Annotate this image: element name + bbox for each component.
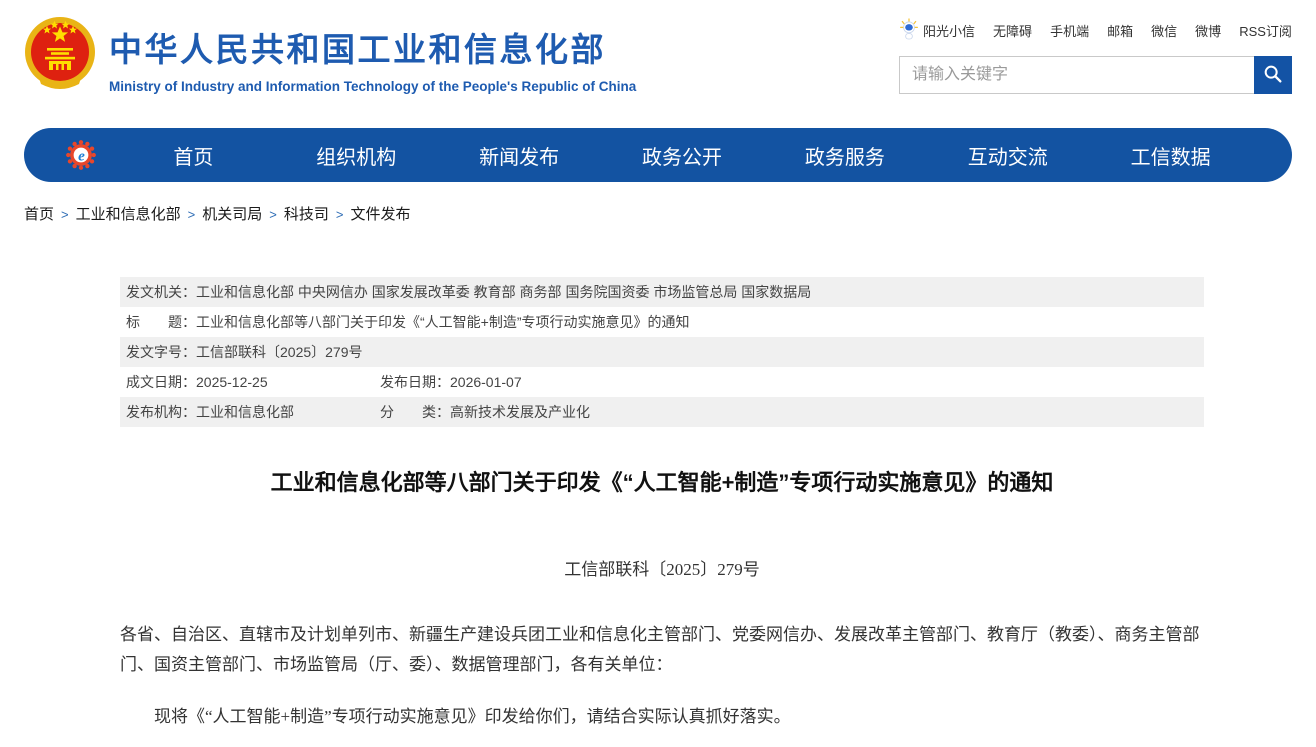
breadcrumb: 首页 > 工业和信息化部 > 机关司局 > 科技司 > 文件发布 xyxy=(24,203,1292,221)
meta-row-dates: 成文日期：2025-12-25 发布日期：2026-01-07 xyxy=(120,367,1204,397)
brand-text: 中华人民共和国工业和信息化部 Ministry of Industry and … xyxy=(109,15,636,94)
site-subtitle: Ministry of Industry and Information Tec… xyxy=(109,79,636,94)
publish-org-label: 发布机构： xyxy=(126,404,196,420)
top-links: 阳光小信 无障碍 手机端 邮箱 微信 微博 RSS订阅 xyxy=(899,17,1292,43)
document-meta-table: 发文机关：工业和信息化部 中央网信办 国家发展改革委 教育部 商务部 国务院国资… xyxy=(120,277,1204,427)
doc-no-label: 发文字号： xyxy=(126,337,196,367)
nav-item-news[interactable]: 新闻发布 xyxy=(438,141,601,170)
breadcrumb-item-departments[interactable]: 机关司局 xyxy=(202,206,262,223)
main-nav: e 首页 组织机构 新闻发布 政务公开 政务服务 互动交流 工信数据 xyxy=(24,128,1292,182)
search-button[interactable] xyxy=(1254,56,1292,94)
top-link-sunshine-label[interactable]: 阳光小信 xyxy=(923,21,975,40)
meta-row-org-category: 发布机构：工业和信息化部 分 类：高新技术发展及产业化 xyxy=(120,397,1204,427)
article-title: 工业和信息化部等八部门关于印发《“人工智能+制造”专项行动实施意见》的通知 xyxy=(120,465,1204,497)
top-link-accessibility[interactable]: 无障碍 xyxy=(993,21,1032,40)
article-doc-number: 工信部联科〔2025〕279号 xyxy=(120,555,1204,580)
article-body: 各省、自治区、直辖市及计划单列市、新疆生产建设兵团工业和信息化主管部门、党委网信… xyxy=(120,620,1204,732)
site-brand: 中华人民共和国工业和信息化部 Ministry of Industry and … xyxy=(24,15,636,116)
miit-gear-logo-icon: e xyxy=(64,138,98,172)
breadcrumb-item-document-release[interactable]: 文件发布 xyxy=(350,206,410,223)
meta-row-title: 标 题：工业和信息化部等八部门关于印发《“人工智能+制造”专项行动实施意见》的通… xyxy=(120,307,1204,337)
publish-org-value: 工业和信息化部 xyxy=(196,404,294,420)
top-link-mail[interactable]: 邮箱 xyxy=(1107,21,1133,40)
issuing-org-value: 工业和信息化部 中央网信办 国家发展改革委 教育部 商务部 国务院国资委 市场监… xyxy=(196,277,811,307)
top-link-mobile[interactable]: 手机端 xyxy=(1050,21,1089,40)
meta-title-label: 标 题： xyxy=(126,307,196,337)
category-cell: 分 类：高新技术发展及产业化 xyxy=(380,397,590,427)
meta-title-value: 工业和信息化部等八部门关于印发《“人工智能+制造”专项行动实施意见》的通知 xyxy=(196,307,690,337)
nav-item-gov-disclosure[interactable]: 政务公开 xyxy=(601,141,764,170)
search-box xyxy=(899,56,1292,94)
category-value: 高新技术发展及产业化 xyxy=(450,404,590,420)
svg-text:e: e xyxy=(78,149,85,165)
meta-row-issuing-org: 发文机关：工业和信息化部 中央网信办 国家发展改革委 教育部 商务部 国务院国资… xyxy=(120,277,1204,307)
publish-date-cell: 发布日期：2026-01-07 xyxy=(380,367,522,397)
search-icon xyxy=(1262,63,1284,88)
breadcrumb-item-science-tech-dept[interactable]: 科技司 xyxy=(284,206,329,223)
issuing-org-label: 发文机关： xyxy=(126,277,196,307)
document-content: 发文机关：工业和信息化部 中央网信办 国家发展改革委 教育部 商务部 国务院国资… xyxy=(120,277,1204,732)
site-header: 中华人民共和国工业和信息化部 Ministry of Industry and … xyxy=(0,0,1316,116)
breadcrumb-separator: > xyxy=(61,207,69,222)
national-emblem-icon xyxy=(24,15,96,99)
nav-item-interaction[interactable]: 互动交流 xyxy=(926,141,1089,170)
search-input[interactable] xyxy=(899,56,1254,94)
breadcrumb-separator: > xyxy=(269,207,277,222)
article-paragraph: 各省、自治区、直辖市及计划单列市、新疆生产建设兵团工业和信息化主管部门、党委网信… xyxy=(120,620,1204,680)
top-link-rss[interactable]: RSS订阅 xyxy=(1239,21,1292,40)
breadcrumb-item-miit[interactable]: 工业和信息化部 xyxy=(76,206,181,223)
publish-org-cell: 发布机构：工业和信息化部 xyxy=(126,397,380,427)
sunshine-mascot-icon xyxy=(899,18,919,43)
site-title: 中华人民共和国工业和信息化部 xyxy=(109,23,636,71)
publish-date-value: 2026-01-07 xyxy=(450,374,522,390)
doc-no-value: 工信部联科〔2025〕279号 xyxy=(196,337,363,367)
meta-row-doc-no: 发文字号：工信部联科〔2025〕279号 xyxy=(120,337,1204,367)
nav-item-miit-data[interactable]: 工信数据 xyxy=(1089,141,1252,170)
breadcrumb-separator: > xyxy=(336,207,344,222)
article-paragraph: 现将《“人工智能+制造”专项行动实施意见》印发给你们，请结合实际认真抓好落实。 xyxy=(120,702,1204,732)
written-date-cell: 成文日期：2025-12-25 xyxy=(126,367,380,397)
publish-date-label: 发布日期： xyxy=(380,374,450,390)
nav-item-home[interactable]: 首页 xyxy=(112,141,275,170)
top-link-weibo[interactable]: 微博 xyxy=(1195,21,1221,40)
nav-item-organization[interactable]: 组织机构 xyxy=(275,141,438,170)
breadcrumb-item-home[interactable]: 首页 xyxy=(24,206,54,223)
breadcrumb-separator: > xyxy=(188,207,196,222)
written-date-label: 成文日期： xyxy=(126,374,196,390)
category-label: 分 类： xyxy=(380,404,450,420)
top-link-sunshine-assistant[interactable]: 阳光小信 xyxy=(899,18,975,43)
top-link-wechat[interactable]: 微信 xyxy=(1151,21,1177,40)
nav-item-gov-services[interactable]: 政务服务 xyxy=(763,141,926,170)
header-right: 阳光小信 无障碍 手机端 邮箱 微信 微博 RSS订阅 xyxy=(899,15,1292,116)
written-date-value: 2025-12-25 xyxy=(196,374,268,390)
